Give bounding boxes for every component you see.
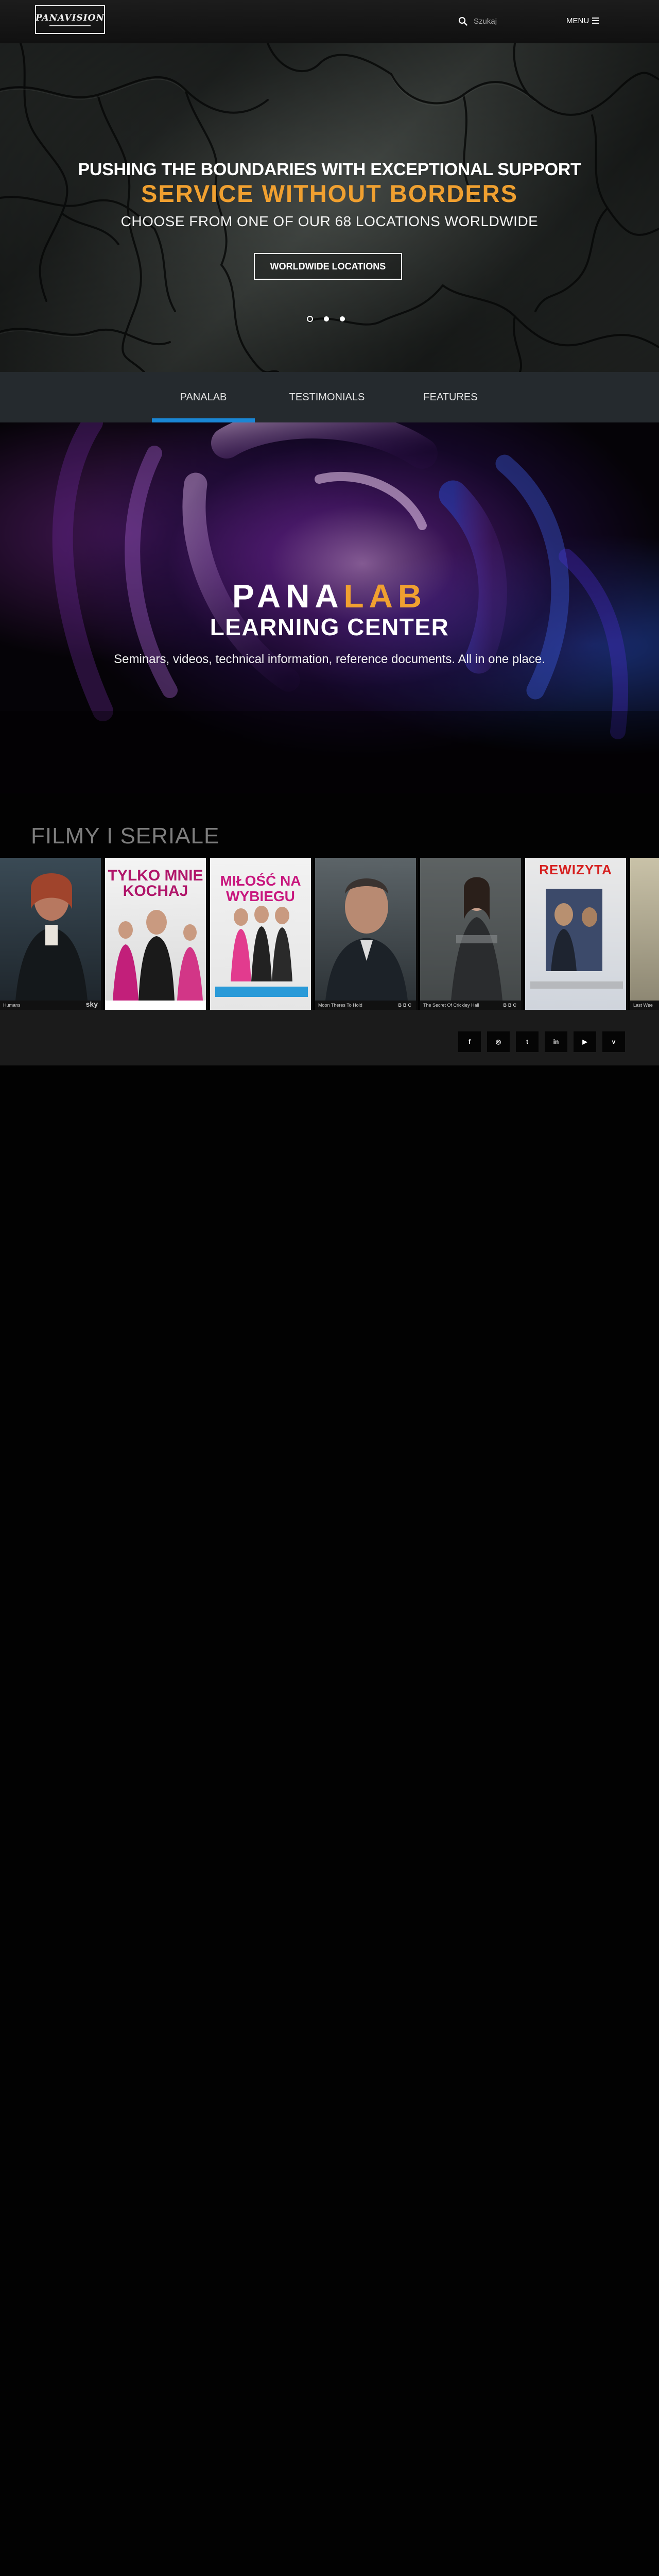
films-section-title: FILMY I SERIALE <box>31 823 220 849</box>
learning-center-subtitle: LEARNING CENTER <box>210 614 449 640</box>
panavision-logo[interactable]: PANAVISION <box>35 5 105 34</box>
site-footer: f ◎ t in ▶ v <box>0 1010 659 1065</box>
youtube-icon[interactable]: ▶ <box>574 1031 596 1052</box>
tab-panalab[interactable]: PANALAB <box>152 372 255 422</box>
site-header: PANAVISION MENU <box>0 0 659 43</box>
film-poster[interactable]: MIŁOŚĆ NA WYBIEGU <box>210 858 313 1010</box>
slider-dot-2[interactable] <box>324 316 329 321</box>
film-poster[interactable]: Last Wee <box>630 858 659 1010</box>
film-poster[interactable]: Moon Theres To Hold BBC <box>315 858 418 1010</box>
panalab-learning-center-banner[interactable]: PANALAB LEARNING CENTER Seminars, videos… <box>0 422 659 793</box>
tab-testimonials[interactable]: TESTIMONIALS <box>275 372 378 422</box>
poster-caption: Last Wee <box>630 1001 659 1010</box>
films-carousel: Humans sky TYLKO MNIE KOCHAJ MIŁOŚĆ NA WY… <box>0 858 659 1010</box>
panalab-title-pana: PANA <box>232 578 344 615</box>
facebook-icon[interactable]: f <box>458 1031 481 1052</box>
poster-caption <box>105 1001 206 1010</box>
film-poster[interactable]: The Secret Of Crickley Hall BBC <box>420 858 523 1010</box>
hamburger-icon <box>592 18 599 24</box>
menu-button[interactable]: MENU <box>566 14 599 27</box>
instagram-icon[interactable]: ◎ <box>487 1031 510 1052</box>
film-poster[interactable]: REWIZYTA <box>525 858 628 1010</box>
poster-caption: Humans sky <box>0 1000 101 1010</box>
panalab-title: PANALAB <box>0 577 659 615</box>
slider-dot-1[interactable] <box>307 316 313 322</box>
twitter-icon[interactable]: t <box>516 1031 539 1052</box>
hero-tagline: PUSHING THE BOUNDARIES WITH EXCEPTIONAL … <box>78 160 581 179</box>
slider-dot-3[interactable] <box>340 316 345 321</box>
tab-features[interactable]: FEATURES <box>399 372 502 422</box>
learning-center-description: Seminars, videos, technical information,… <box>114 652 545 666</box>
section-tabs: PANALAB TESTIMONIALS FEATURES <box>0 372 659 422</box>
film-poster[interactable]: TYLKO MNIE KOCHAJ <box>105 858 208 1010</box>
poster-figure <box>420 858 521 1001</box>
poster-figure <box>325 878 408 1001</box>
menu-label: MENU <box>566 16 589 25</box>
film-poster[interactable]: Humans sky <box>0 858 103 1010</box>
poster-figure <box>15 873 88 1001</box>
poster-caption: The Secret Of Crickley Hall BBC <box>420 1001 521 1010</box>
panalab-title-lab: LAB <box>343 578 427 615</box>
hero-headline: SERVICE WITHOUT BORDERS <box>141 180 518 207</box>
poster-title: MIŁOŚĆ NA WYBIEGU <box>220 873 301 904</box>
poster-caption: Moon Theres To Hold BBC <box>315 1001 416 1010</box>
hero-overlay <box>0 43 659 372</box>
poster-figure <box>530 889 623 989</box>
hero-subtext: CHOOSE FROM ONE OF OUR 68 LOCATIONS WORL… <box>120 213 539 229</box>
vimeo-icon[interactable]: v <box>602 1031 625 1052</box>
search-box[interactable] <box>458 13 535 29</box>
search-icon <box>458 16 467 26</box>
linkedin-icon[interactable]: in <box>545 1031 567 1052</box>
worldwide-locations-button[interactable]: WORLDWIDE LOCATIONS <box>254 253 402 280</box>
hero-slider: PUSHING THE BOUNDARIES WITH EXCEPTIONAL … <box>0 43 659 372</box>
poster-title: TYLKO MNIE KOCHAJ <box>108 867 203 900</box>
logo-underline <box>49 25 91 26</box>
logo-wordmark: PANAVISION <box>36 13 105 23</box>
search-input[interactable] <box>473 16 531 26</box>
poster-title: REWIZYTA <box>539 862 612 877</box>
slider-dots <box>307 316 345 322</box>
